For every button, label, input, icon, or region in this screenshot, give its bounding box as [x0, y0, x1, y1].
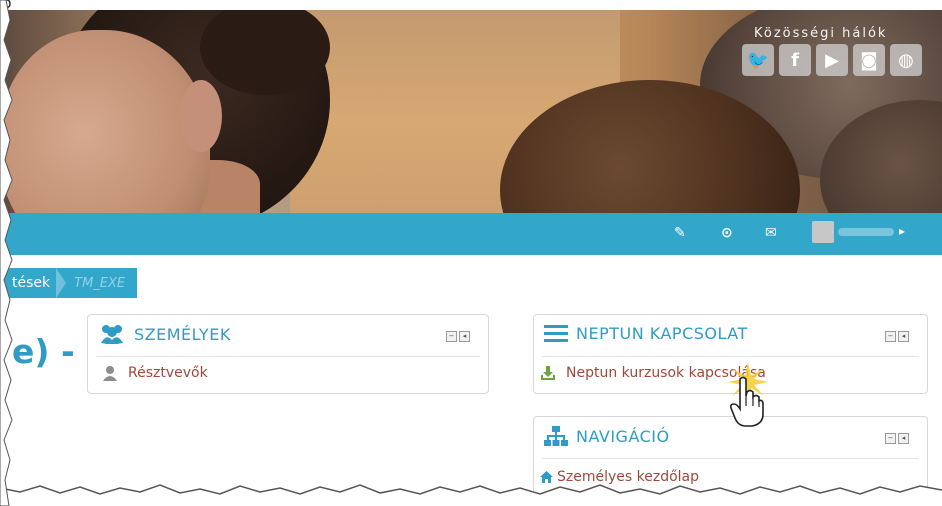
block-header: SZEMÉLYEK	[98, 323, 231, 345]
page-title-fragment: e) -	[12, 332, 75, 371]
breadcrumb-separator	[56, 268, 67, 298]
globe-icon[interactable]: ◍	[890, 44, 922, 76]
divider	[542, 458, 919, 459]
divider	[96, 356, 480, 357]
block-controls: − ◂	[885, 331, 909, 342]
user-avatar[interactable]	[812, 221, 834, 243]
list-item[interactable]: Résztvevők	[102, 365, 208, 381]
block-people: SZEMÉLYEK − ◂ Résztvevők	[87, 314, 489, 394]
minimize-icon[interactable]: −	[885, 331, 896, 342]
block-header: NEPTUN KAPCSOLAT	[544, 323, 748, 343]
social-networks-title: Közösségi hálók	[754, 26, 888, 41]
list-menu-icon	[544, 325, 568, 342]
top-navbar: ✎ ⊙ ✉ ▸	[0, 213, 942, 255]
hand-pointer-cursor-icon	[730, 376, 764, 427]
screenshot-frame: p Közösségi hálók 🐦 f ▶ ◙ ◍ ✎ ⊙ ✉ ▸ tése…	[0, 0, 942, 506]
facebook-icon[interactable]: f	[779, 44, 811, 76]
participants-link[interactable]: Résztvevők	[128, 365, 208, 381]
minimize-icon[interactable]: −	[446, 331, 457, 342]
torn-edge-decoration	[0, 484, 942, 506]
user-menu-caret-icon[interactable]: ▸	[899, 224, 905, 238]
torn-edge-decoration	[0, 0, 13, 506]
divider	[542, 356, 919, 357]
block-controls: − ◂	[885, 433, 909, 444]
block-title: NAVIGÁCIÓ	[576, 426, 670, 446]
instagram-icon[interactable]: ◙	[853, 44, 885, 76]
header-banner-photo: Közösségi hálók 🐦 f ▶ ◙ ◍	[0, 10, 942, 213]
user-icon	[103, 366, 117, 381]
mail-icon[interactable]: ✉	[765, 225, 777, 241]
block-header: NAVIGÁCIÓ	[544, 425, 670, 447]
breadcrumb: tések TM_EXE	[0, 268, 138, 298]
edit-icon[interactable]: ✎	[674, 225, 686, 241]
social-icons-row: 🐦 f ▶ ◙ ◍	[742, 44, 922, 76]
block-title: SZEMÉLYEK	[134, 324, 231, 344]
twitter-icon[interactable]: 🐦	[742, 44, 774, 76]
youtube-icon[interactable]: ▶	[816, 44, 848, 76]
top-strip: p	[0, 0, 942, 12]
sitemap-icon	[544, 426, 568, 446]
dock-icon[interactable]: ◂	[898, 433, 909, 444]
block-title: NEPTUN KAPCSOLAT	[576, 323, 748, 343]
breadcrumb-current[interactable]: TM_EXE	[74, 276, 137, 291]
people-group-icon	[101, 325, 123, 344]
target-icon[interactable]: ⊙	[721, 225, 733, 241]
user-name-blurred[interactable]	[838, 228, 894, 236]
block-controls: − ◂	[446, 331, 470, 342]
photo-ear	[180, 80, 222, 152]
minimize-icon[interactable]: −	[885, 433, 896, 444]
download-icon	[541, 366, 555, 380]
dock-icon[interactable]: ◂	[898, 331, 909, 342]
dock-icon[interactable]: ◂	[459, 331, 470, 342]
